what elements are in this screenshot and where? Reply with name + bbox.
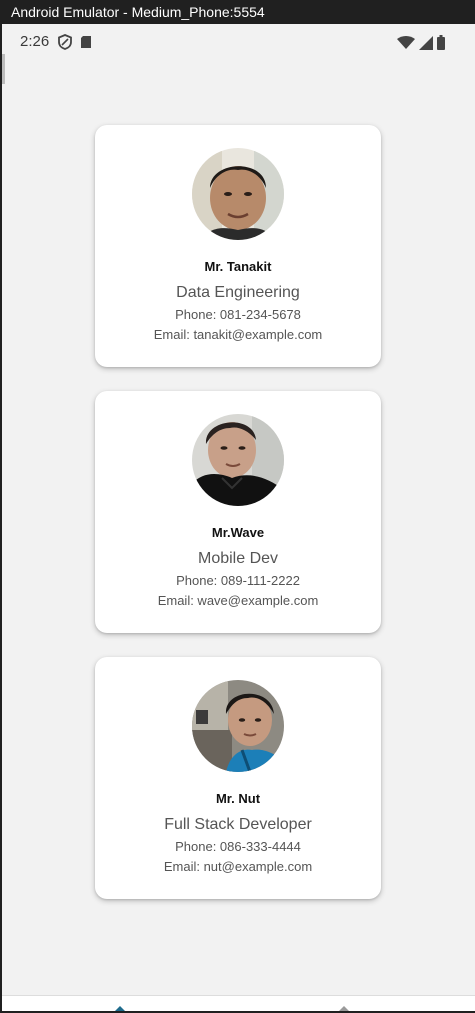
screen-edge-marker (2, 54, 5, 84)
profile-role: Mobile Dev (197, 550, 279, 567)
profile-phone: Phone: 081-234-5678 (175, 307, 301, 322)
profile-name: Mr. Tanakit (204, 259, 272, 274)
profile-name: Mr. Nut (215, 791, 261, 806)
profile-phone: Phone: 086-333-4444 (175, 839, 301, 854)
avatar (192, 680, 284, 772)
battery-icon (437, 35, 445, 55)
profile-email: Email: tanakit@example.com (153, 327, 323, 342)
profile-card[interactable]: Mr. Nut Full Stack Developer Phone: 086-… (95, 657, 381, 899)
avatar (192, 148, 284, 240)
wifi-icon (397, 35, 415, 55)
status-time: 2:26 (20, 33, 50, 50)
profile-email: Email: wave@example.com (157, 593, 319, 608)
emulator-window: Android Emulator - Medium_Phone:5554 2:2… (0, 0, 475, 1013)
profile-name: Mr.Wave (211, 525, 265, 540)
nav-item-next[interactable] (338, 1006, 350, 1011)
nav-item-home[interactable] (114, 1006, 126, 1011)
window-title: Android Emulator - Medium_Phone:5554 (0, 0, 475, 24)
avatar (192, 414, 284, 506)
shield-icon (58, 34, 72, 55)
status-bar: 2:26 (2, 24, 475, 84)
cellular-signal-icon (419, 35, 433, 55)
profile-card[interactable]: Mr. Tanakit Data Engineering Phone: 081-… (95, 125, 381, 367)
profile-email: Email: nut@example.com (163, 859, 313, 874)
profile-role: Full Stack Developer (164, 816, 312, 833)
sd-card-icon (80, 35, 92, 54)
profile-card[interactable]: Mr.Wave Mobile Dev Phone: 089-111-2222 E… (95, 391, 381, 633)
phone-screen: 2:26 Mr. Tanakit Data Engineering Phone:… (2, 24, 475, 1011)
bottom-navigation (2, 995, 475, 1011)
profile-phone: Phone: 089-111-2222 (176, 573, 300, 588)
profile-role: Data Engineering (176, 284, 300, 301)
